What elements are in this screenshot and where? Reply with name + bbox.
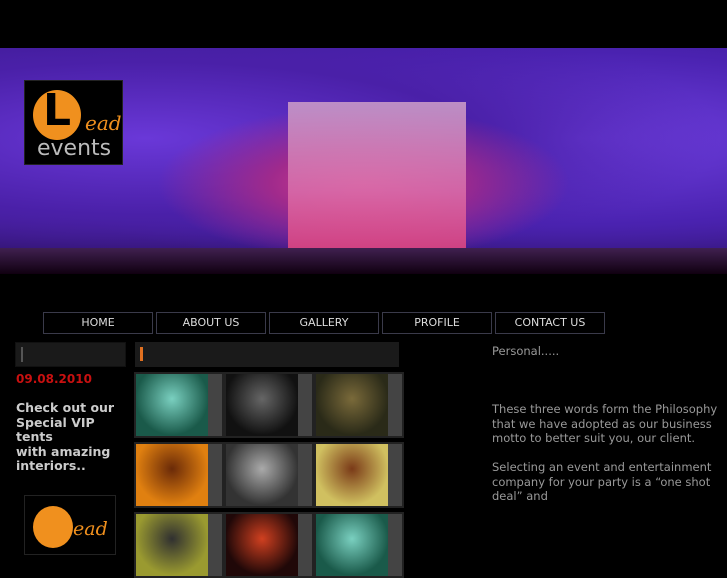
gallery-thumbnail[interactable] — [134, 372, 224, 438]
thumbnail-image-red-burst — [226, 514, 298, 576]
gallery-thumbnail[interactable] — [314, 512, 404, 578]
thumbnail-image-dark-room — [316, 374, 388, 436]
intro-text: Personal..... These three words form the… — [492, 344, 722, 518]
gallery-thumbnail[interactable] — [134, 442, 224, 508]
gallery-thumbnail[interactable] — [224, 372, 314, 438]
thumbnail-image-green-fairy-2 — [316, 514, 388, 576]
intro-paragraph: Selecting an event and entertainment com… — [492, 460, 712, 503]
gallery-header-bar — [135, 342, 399, 367]
main-nav: HOME ABOUT US GALLERY PROFILE CONTACT US — [43, 312, 605, 334]
logo-ead: ead — [73, 518, 108, 540]
nav-contact-us[interactable]: CONTACT US — [495, 312, 605, 334]
news-promo[interactable]: Check out our Special VIP tents with ama… — [16, 400, 126, 474]
thumbnail-image-forest-fantasy — [316, 444, 388, 506]
intro-paragraph: These three words form the Philosophy th… — [492, 402, 718, 445]
thumbnail-image-twin-faces — [226, 374, 298, 436]
gallery-grid — [134, 372, 405, 578]
intro-paragraph — [492, 373, 722, 388]
logo-events: events — [37, 136, 112, 161]
nav-profile[interactable]: PROFILE — [382, 312, 492, 334]
site-logo[interactable]: L ead events — [24, 80, 123, 165]
thumbnail-image-green-fairy — [136, 374, 208, 436]
logo-circle — [33, 506, 73, 548]
thumbnail-image-dark-angel — [226, 444, 298, 506]
gallery-thumbnail[interactable] — [314, 372, 404, 438]
gallery-thumbnail[interactable] — [224, 442, 314, 508]
thumbnail-image-orange-tree — [136, 444, 208, 506]
logo-ead: ead — [85, 111, 122, 135]
gallery-thumbnail[interactable] — [224, 512, 314, 578]
sidebar-logo[interactable]: ead — [24, 495, 116, 555]
banner-floor — [0, 248, 727, 274]
nav-home[interactable]: HOME — [43, 312, 153, 334]
sidebar-header-bar — [15, 342, 126, 367]
news-date: 09.08.2010 — [16, 372, 92, 386]
nav-about-us[interactable]: ABOUT US — [156, 312, 266, 334]
logo-letter: L — [43, 85, 72, 136]
thumbnail-image-yellow-abstract — [136, 514, 208, 576]
nav-gallery[interactable]: GALLERY — [269, 312, 379, 334]
intro-paragraph: Personal..... — [492, 344, 560, 358]
gallery-thumbnail[interactable] — [134, 512, 224, 578]
gallery-thumbnail[interactable] — [314, 442, 404, 508]
